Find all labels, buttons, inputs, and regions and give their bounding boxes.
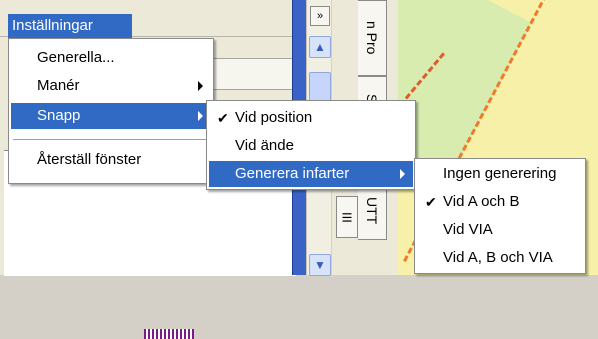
menu-item-label: Vid VIA [443, 221, 493, 238]
menu-item-label: Återställ fönster [37, 151, 142, 168]
menu-item-label: Snapp [37, 107, 81, 124]
menu-item-vid-a-och-b[interactable]: ✔ Vid A och B [417, 189, 583, 215]
submenu-arrow-icon [198, 81, 203, 91]
menu-item-maner[interactable]: Manér [11, 73, 211, 99]
menu-title-installningar[interactable]: Inställningar [8, 14, 132, 38]
tab-left[interactable]: III [336, 196, 358, 238]
menu-item-label: Manér [37, 77, 80, 94]
infarter-submenu: Ingen generering ✔ Vid A och B Vid VIA V… [414, 158, 586, 274]
menu-separator [13, 139, 209, 140]
menu-item-label: Vid A, B och VIA [443, 249, 553, 266]
menu-item-aterstall[interactable]: Återställ fönster [11, 147, 211, 173]
menu-item-label: Vid ände [235, 137, 294, 154]
menu-item-label: Generella... [37, 49, 115, 66]
settings-menu: Generella... Manér Snapp Återställ fönst… [8, 38, 214, 184]
menu-item-vid-ande[interactable]: Vid ände [209, 133, 413, 159]
collapse-button[interactable]: » [310, 6, 330, 26]
menu-item-generera-infarter[interactable]: Generera infarter [209, 161, 413, 187]
check-icon: ✔ [425, 194, 437, 210]
submenu-arrow-icon [400, 169, 405, 179]
tab-pro[interactable]: n Pro [358, 0, 387, 76]
tab-utt[interactable]: UTT [358, 182, 387, 240]
menu-item-vid-via[interactable]: Vid VIA [417, 217, 583, 243]
menu-item-label: Generera infarter [235, 165, 350, 182]
scroll-up-button[interactable]: ▲ [309, 36, 331, 58]
menu-item-vid-position[interactable]: ✔ Vid position [209, 105, 413, 131]
hatched-pattern [144, 329, 194, 339]
menu-item-label: Vid position [235, 109, 313, 126]
scroll-down-button[interactable]: ▼ [309, 254, 331, 276]
check-icon: ✔ [217, 110, 229, 126]
submenu-arrow-icon [198, 111, 203, 121]
menu-item-label: Ingen generering [443, 165, 557, 182]
menu-item-generella[interactable]: Generella... [11, 45, 211, 71]
snapp-submenu: ✔ Vid position Vid ände Generera infarte… [206, 100, 416, 190]
menu-item-vid-a-b-och-via[interactable]: Vid A, B och VIA [417, 245, 583, 271]
menu-item-ingen-generering[interactable]: Ingen generering [417, 161, 583, 187]
map-green-area [398, 0, 533, 183]
menu-item-label: Vid A och B [443, 193, 520, 210]
menu-item-snapp[interactable]: Snapp [11, 103, 211, 129]
